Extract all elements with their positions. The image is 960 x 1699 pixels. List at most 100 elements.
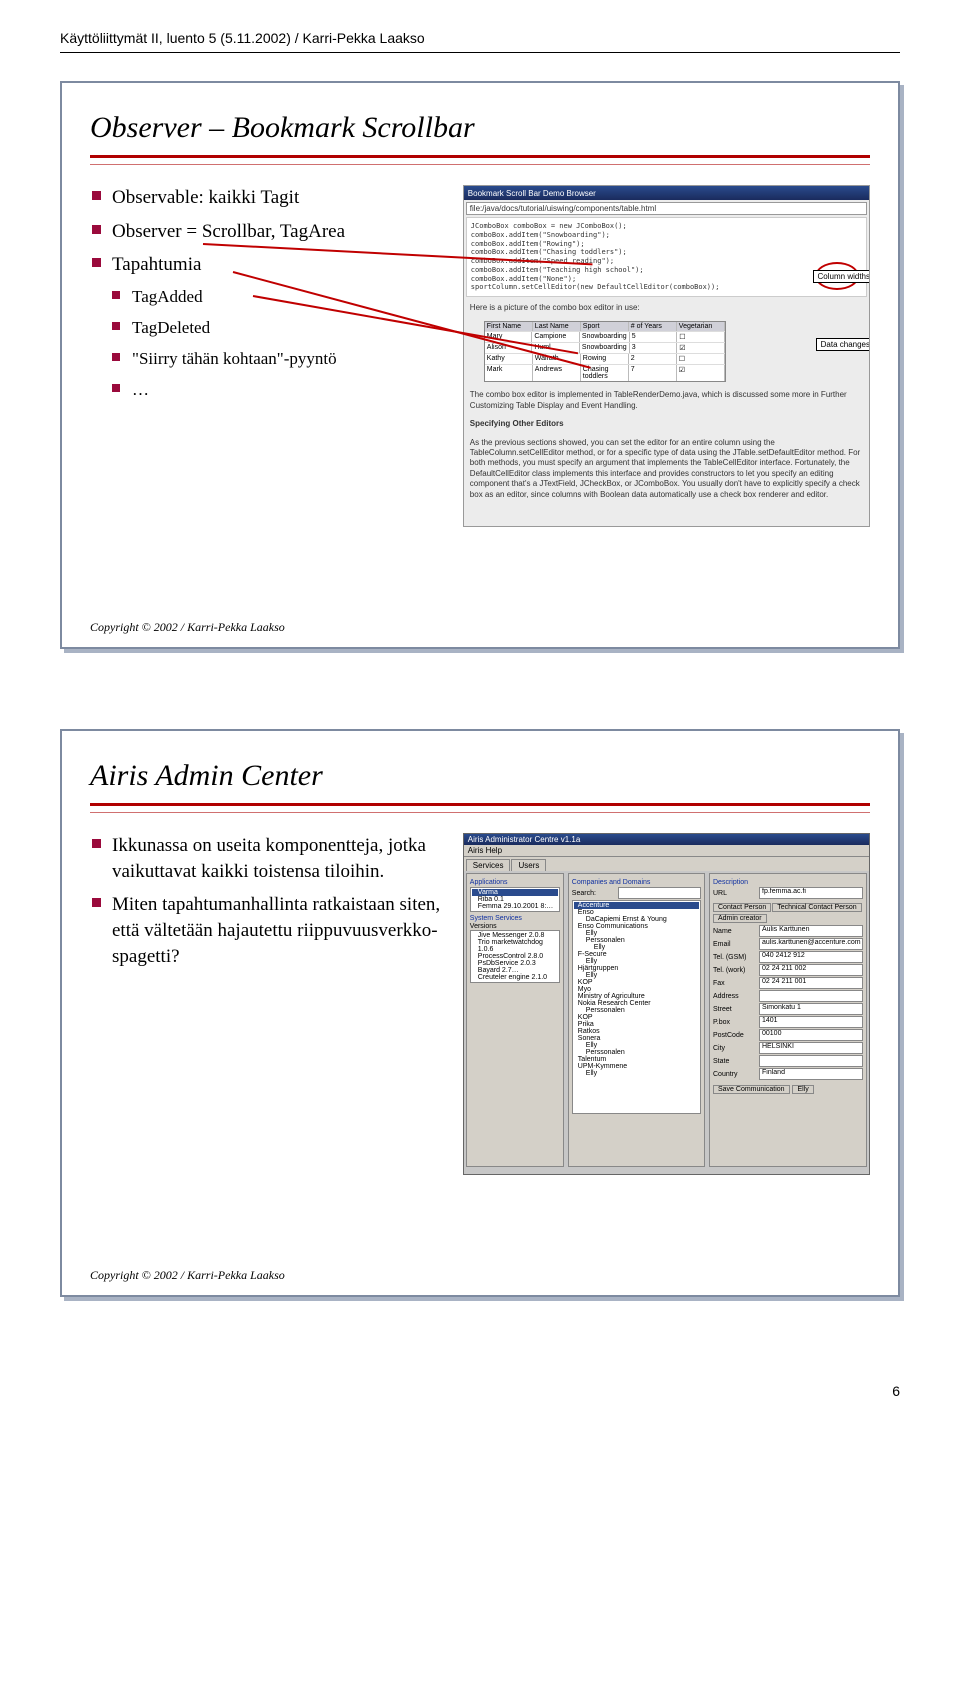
tree-item[interactable]: Hjärtgruppen	[574, 965, 699, 972]
tab[interactable]: Users	[511, 859, 546, 871]
elly-button[interactable]: Elly	[792, 1085, 813, 1094]
field-value[interactable]: 040 2412 912	[759, 951, 863, 963]
tree-item[interactable]: Elly	[574, 944, 699, 951]
tree-item[interactable]: KOP	[574, 1014, 699, 1021]
group-companies: Companies and Domains	[572, 879, 701, 886]
title-underline-thin	[90, 164, 870, 165]
field-value[interactable]: aulis.karttunen@accenture.com	[759, 938, 863, 950]
field-label: City	[713, 1045, 759, 1052]
field-label: P.box	[713, 1019, 759, 1026]
bullet-item: "Siirry tähän kohtaan"-pyyntö	[90, 348, 449, 371]
title-underline	[90, 803, 870, 806]
field-label: Address	[713, 993, 759, 1000]
tree-item[interactable]: Enso	[574, 909, 699, 916]
tree-item[interactable]: Elly	[574, 958, 699, 965]
group-applications: Applications	[470, 879, 560, 886]
tab[interactable]: Services	[466, 859, 511, 871]
field-label: Fax	[713, 980, 759, 987]
list-item[interactable]: Femma 29.10.2001 8:…	[472, 903, 558, 910]
contact-button[interactable]: Admin creator	[713, 914, 767, 923]
bullet-item: …	[90, 379, 449, 402]
search-input[interactable]	[618, 887, 701, 899]
versions-label: Versions	[470, 923, 560, 930]
picture-label: Here is a picture of the combo box edito…	[464, 299, 869, 317]
group-system-services: System Services	[470, 915, 560, 922]
save-button[interactable]: Save Communication	[713, 1085, 790, 1094]
group-description: Description	[713, 879, 863, 886]
callout-column-widths: Column widths	[813, 270, 870, 283]
tree-item[interactable]: Perssonalen	[574, 937, 699, 944]
tree-item[interactable]: Talentum	[574, 1056, 699, 1063]
title-underline	[90, 155, 870, 158]
list-item[interactable]: Creuteler engine 2.1.0	[472, 974, 558, 981]
search-label: Search:	[572, 890, 618, 897]
tree-item[interactable]: Elly	[574, 930, 699, 937]
field-label: Tel. (work)	[713, 967, 759, 974]
list-item[interactable]: PsDbService 2.0.3	[472, 960, 558, 967]
tree-item[interactable]: Elly	[574, 1070, 699, 1077]
slide1-screenshot: Bookmark Scroll Bar Demo Browser file:/j…	[463, 185, 870, 527]
admin-menu: Airis Help	[464, 845, 869, 857]
demo-table: First NameLast NameSport# of YearsVegeta…	[484, 321, 726, 382]
contact-button[interactable]: Technical Contact Person	[772, 903, 861, 912]
shot-address: file:/java/docs/tutorial/uiswing/compone…	[466, 202, 867, 215]
heading-other-editors: Specifying Other Editors	[464, 415, 869, 433]
bullet-item: Miten tapahtumanhallinta ratkaistaan sit…	[90, 892, 449, 969]
bullet-item: TagDeleted	[90, 317, 449, 340]
tree-item[interactable]: DaCapiemi Ernst & Young	[574, 916, 699, 923]
tree-item[interactable]: Enso Communications	[574, 923, 699, 930]
contact-button[interactable]: Contact Person	[713, 903, 771, 912]
slide2-bullets: Ikkunassa on useita komponentteja, jotka…	[90, 833, 449, 1175]
url-value[interactable]: fp.femma.ac.fi	[759, 887, 863, 899]
page-header: Käyttöliittymät II, luento 5 (5.11.2002)…	[60, 30, 900, 46]
slide-2: Airis Admin Center Ikkunassa on useita k…	[60, 729, 900, 1297]
tree-item[interactable]: KOP	[574, 979, 699, 986]
field-label: Email	[713, 941, 759, 948]
tree-item[interactable]: Nokia Research Center	[574, 1000, 699, 1007]
admin-right-panel: Description URL fp.femma.ac.fi Contact P…	[709, 873, 867, 1167]
tree-item[interactable]: Ratkos	[574, 1028, 699, 1035]
bullet-item: TagAdded	[90, 286, 449, 309]
field-value[interactable]: 00100	[759, 1029, 863, 1041]
tree-item[interactable]: UPM-Kymmene	[574, 1063, 699, 1070]
field-value[interactable]: 02 24 211 001	[759, 977, 863, 989]
list-item[interactable]: ProcessControl 2.8.0	[472, 953, 558, 960]
tree-item[interactable]: Myo	[574, 986, 699, 993]
code-snippet: JComboBox comboBox = new JComboBox();com…	[466, 217, 867, 297]
slide-1: Observer – Bookmark Scrollbar Observable…	[60, 81, 900, 649]
tree-item[interactable]: Elly	[574, 1042, 699, 1049]
url-label: URL	[713, 890, 759, 897]
body-text-1: The combo box editor is implemented in T…	[464, 386, 869, 415]
tree-item[interactable]: Elly	[574, 972, 699, 979]
bullet-item: Tapahtumia	[90, 252, 449, 278]
field-value[interactable]: 1401	[759, 1016, 863, 1028]
tree-item[interactable]: Perssonalen	[574, 1007, 699, 1014]
field-value[interactable]: 02 24 211 002	[759, 964, 863, 976]
slide2-copyright: Copyright © 2002 / Karri-Pekka Laakso	[90, 1268, 285, 1283]
tree-item[interactable]: Accenture	[574, 902, 699, 909]
field-value[interactable]: Simonkatu 1	[759, 1003, 863, 1015]
slide2-title: Airis Admin Center	[90, 759, 870, 793]
field-value[interactable]: Finland	[759, 1068, 863, 1080]
header-rule	[60, 52, 900, 53]
list-item[interactable]: Bayard 2.7…	[472, 967, 558, 974]
company-tree[interactable]: AccentureEnsoDaCapiemi Ernst & YoungEnso…	[572, 900, 701, 1114]
page-number: 6	[892, 1383, 900, 1399]
field-value[interactable]	[759, 1055, 863, 1067]
field-value[interactable]: Aulis Karttunen	[759, 925, 863, 937]
field-value[interactable]	[759, 990, 863, 1002]
list-item[interactable]: Riba 0.1	[472, 896, 558, 903]
tree-item[interactable]: Ministry of Agriculture	[574, 993, 699, 1000]
tree-item[interactable]: Sonera	[574, 1035, 699, 1042]
admin-titlebar: Airis Administrator Centre v1.1a	[464, 834, 869, 845]
bullet-item: Ikkunassa on useita komponentteja, jotka…	[90, 833, 449, 884]
list-item[interactable]: Trio marketwatchdog 1.0.6	[472, 939, 558, 953]
tree-item[interactable]: Prika	[574, 1021, 699, 1028]
slide2-screenshot: Airis Administrator Centre v1.1a Airis H…	[463, 833, 870, 1175]
field-value[interactable]: HELSINKI	[759, 1042, 863, 1054]
tree-item[interactable]: Perssonalen	[574, 1049, 699, 1056]
list-item[interactable]: Jive Messenger 2.0.8	[472, 932, 558, 939]
list-item[interactable]: Varma	[472, 889, 558, 896]
slide1-copyright: Copyright © 2002 / Karri-Pekka Laakso	[90, 620, 285, 635]
tree-item[interactable]: F-Secure	[574, 951, 699, 958]
